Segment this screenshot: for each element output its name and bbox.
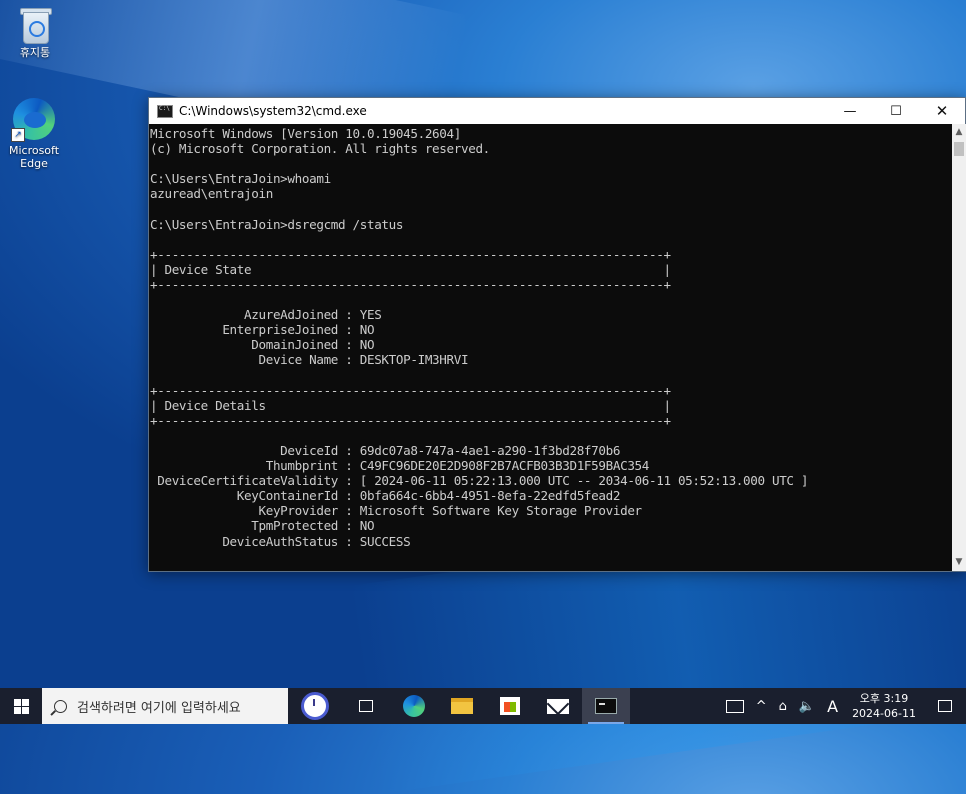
console-line: C:\Users\EntraJoin>whoami <box>150 171 331 187</box>
taskbar-mail-button[interactable] <box>534 688 582 724</box>
store-bag-icon <box>500 697 520 715</box>
cmd-icon <box>595 698 617 714</box>
console-line: Thumbprint : C49FC96DE20E2D908F2B7ACFB03… <box>265 458 650 474</box>
console-line: C:\Users\EntraJoin>dsregcmd /status <box>150 216 404 232</box>
taskbar: 검색하려면 여기에 입력하세요 ^ ⌂ 🔈 A 오후 3:19 2024-06-… <box>0 688 966 724</box>
recycle-bin-icon <box>18 6 52 44</box>
console-text: Microsoft Windows [Version 10.0.19045.26… <box>149 124 952 549</box>
console-line: +---------------------------------------… <box>150 276 671 292</box>
notification-center-button[interactable] <box>924 688 966 724</box>
folder-icon <box>451 698 473 714</box>
search-placeholder: 검색하려면 여기에 입력하세요 <box>77 700 241 716</box>
clock-time: 오후 3:19 <box>859 692 909 705</box>
cmd-window[interactable]: C:\Windows\system32\cmd.exe — ☐ ✕ Micros… <box>148 97 966 572</box>
console-line: TpmProtected : NO <box>251 518 375 534</box>
console-line: DeviceId : 69dc07a8-747a-4ae1-a290-1f3bd… <box>280 442 621 458</box>
taskbar-store-button[interactable] <box>486 688 534 724</box>
start-button[interactable] <box>0 688 42 724</box>
taskbar-clock[interactable]: 오후 3:19 2024-06-11 <box>844 691 924 721</box>
search-icon <box>54 699 67 713</box>
clock-assistant-icon <box>301 692 329 720</box>
console-line: +---------------------------------------… <box>150 412 671 428</box>
show-hidden-icons-button[interactable]: ^ <box>750 688 773 724</box>
notification-icon <box>938 700 952 712</box>
console-line: | Device Details | <box>150 397 671 413</box>
cortana-button[interactable] <box>288 688 342 724</box>
console-line: KeyProvider : Microsoft Software Key Sto… <box>258 503 642 519</box>
system-tray: ^ ⌂ 🔈 A 오후 3:19 2024-06-11 <box>720 688 966 724</box>
desktop-icon-label: 휴지통 <box>19 46 51 59</box>
scroll-up-arrow-icon[interactable]: ▲ <box>952 124 966 141</box>
minimize-button[interactable]: — <box>827 98 873 124</box>
task-view-button[interactable] <box>342 688 390 724</box>
edge-icon <box>403 695 425 717</box>
maximize-button[interactable]: ☐ <box>873 98 919 124</box>
title-bar[interactable]: C:\Windows\system32\cmd.exe — ☐ ✕ <box>149 98 965 124</box>
desktop-icon-label: Microsoft Edge <box>8 144 60 170</box>
taskbar-cmd-button[interactable] <box>582 688 630 724</box>
mail-icon <box>547 698 569 714</box>
shortcut-arrow-icon: ↗ <box>11 128 25 142</box>
network-icon[interactable]: ⌂ <box>773 688 793 724</box>
close-button[interactable]: ✕ <box>919 98 965 124</box>
taskbar-file-explorer-button[interactable] <box>438 688 486 724</box>
console-line: DomainJoined : NO <box>251 337 375 353</box>
console-line: | Device State | <box>150 261 671 277</box>
console-line: EnterpriseJoined : NO <box>222 322 375 338</box>
console-line: azuread\entrajoin <box>150 186 273 202</box>
console-line: DeviceCertificateValidity : [ 2024-06-11… <box>157 473 809 489</box>
console-line: +---------------------------------------… <box>150 246 671 262</box>
console-line: AzureAdJoined : YES <box>244 307 382 323</box>
volume-muted-icon[interactable]: 🔈 <box>793 688 821 724</box>
window-title: C:\Windows\system32\cmd.exe <box>179 104 367 118</box>
scrollbar-thumb[interactable] <box>954 142 964 156</box>
clock-date: 2024-06-11 <box>852 707 916 720</box>
scroll-down-arrow-icon[interactable]: ▼ <box>952 554 966 571</box>
task-view-icon <box>359 700 373 712</box>
taskbar-search-box[interactable]: 검색하려면 여기에 입력하세요 <box>42 688 288 724</box>
console-line: KeyContainerId : 0bfa664c-6bb4-4951-8efa… <box>236 488 621 504</box>
desktop-icon-edge[interactable]: ↗ Microsoft Edge <box>3 96 65 170</box>
news-widget-button[interactable] <box>720 688 750 724</box>
desktop-icon-recycle-bin[interactable]: 휴지통 <box>4 6 66 59</box>
taskbar-edge-button[interactable] <box>390 688 438 724</box>
edge-icon: ↗ <box>11 96 57 142</box>
ime-indicator[interactable]: A <box>821 688 844 724</box>
console-line: +---------------------------------------… <box>150 382 671 398</box>
vertical-scrollbar[interactable]: ▲ ▼ <box>952 124 966 571</box>
cmd-app-icon <box>157 104 173 118</box>
console-line: Microsoft Windows [Version 10.0.19045.26… <box>150 126 461 141</box>
windows-logo-icon <box>13 698 29 714</box>
news-icon <box>725 699 744 713</box>
console-line: DeviceAuthStatus : SUCCESS <box>222 533 411 549</box>
console-output-area[interactable]: Microsoft Windows [Version 10.0.19045.26… <box>149 124 952 571</box>
console-line: Device Name : DESKTOP-IM3HRVI <box>258 352 469 368</box>
console-line: (c) Microsoft Corporation. All rights re… <box>150 141 490 157</box>
